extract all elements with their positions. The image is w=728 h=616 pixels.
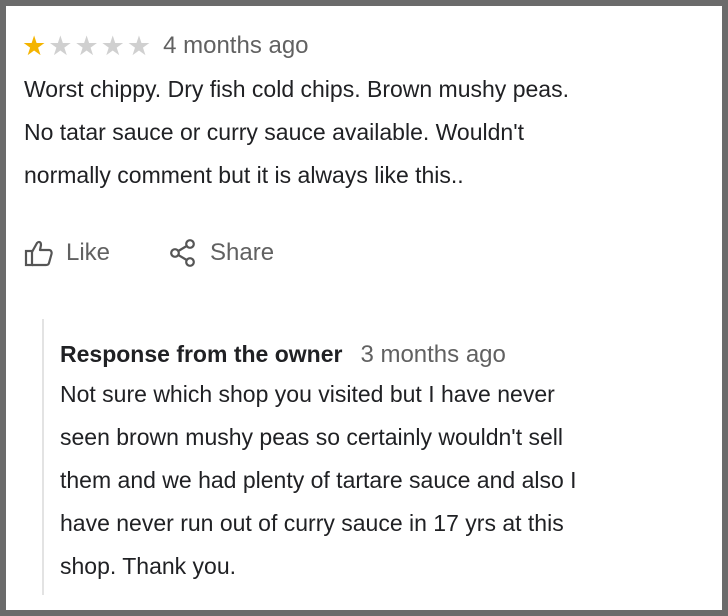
- star-icon: ★: [100, 30, 125, 61]
- rating-row: ★ ★ ★ ★ ★ 4 months ago: [22, 32, 309, 60]
- star-rating: ★ ★ ★ ★ ★: [22, 30, 153, 61]
- star-icon: ★: [126, 30, 152, 61]
- like-button[interactable]: Like: [24, 239, 110, 267]
- like-label: Like: [66, 239, 111, 266]
- review-text: Worst chippy. Dry fish cold chips. Brown…: [24, 76, 569, 188]
- review-card: ★ ★ ★ ★ ★ 4 months ago Worst chippy. Dry…: [0, 0, 728, 616]
- response-time: 3 months ago: [360, 341, 506, 368]
- review-time: 4 months ago: [163, 32, 309, 59]
- response-title: Response from the owner: [60, 341, 343, 367]
- thumbs-up-icon: [24, 239, 54, 267]
- response-header: Response from the owner 3 months ago: [60, 341, 506, 369]
- review-actions: Like Share: [24, 238, 274, 268]
- share-label: Share: [210, 239, 275, 266]
- owner-response: Response from the owner 3 months ago Not…: [42, 319, 728, 595]
- star-icon: ★: [48, 30, 73, 61]
- star-icon: ★: [22, 30, 47, 61]
- share-icon: [168, 238, 198, 268]
- star-icon: ★: [74, 30, 99, 61]
- share-button[interactable]: Share: [168, 238, 274, 268]
- response-text: Not sure which shop you visited but I ha…: [60, 381, 577, 579]
